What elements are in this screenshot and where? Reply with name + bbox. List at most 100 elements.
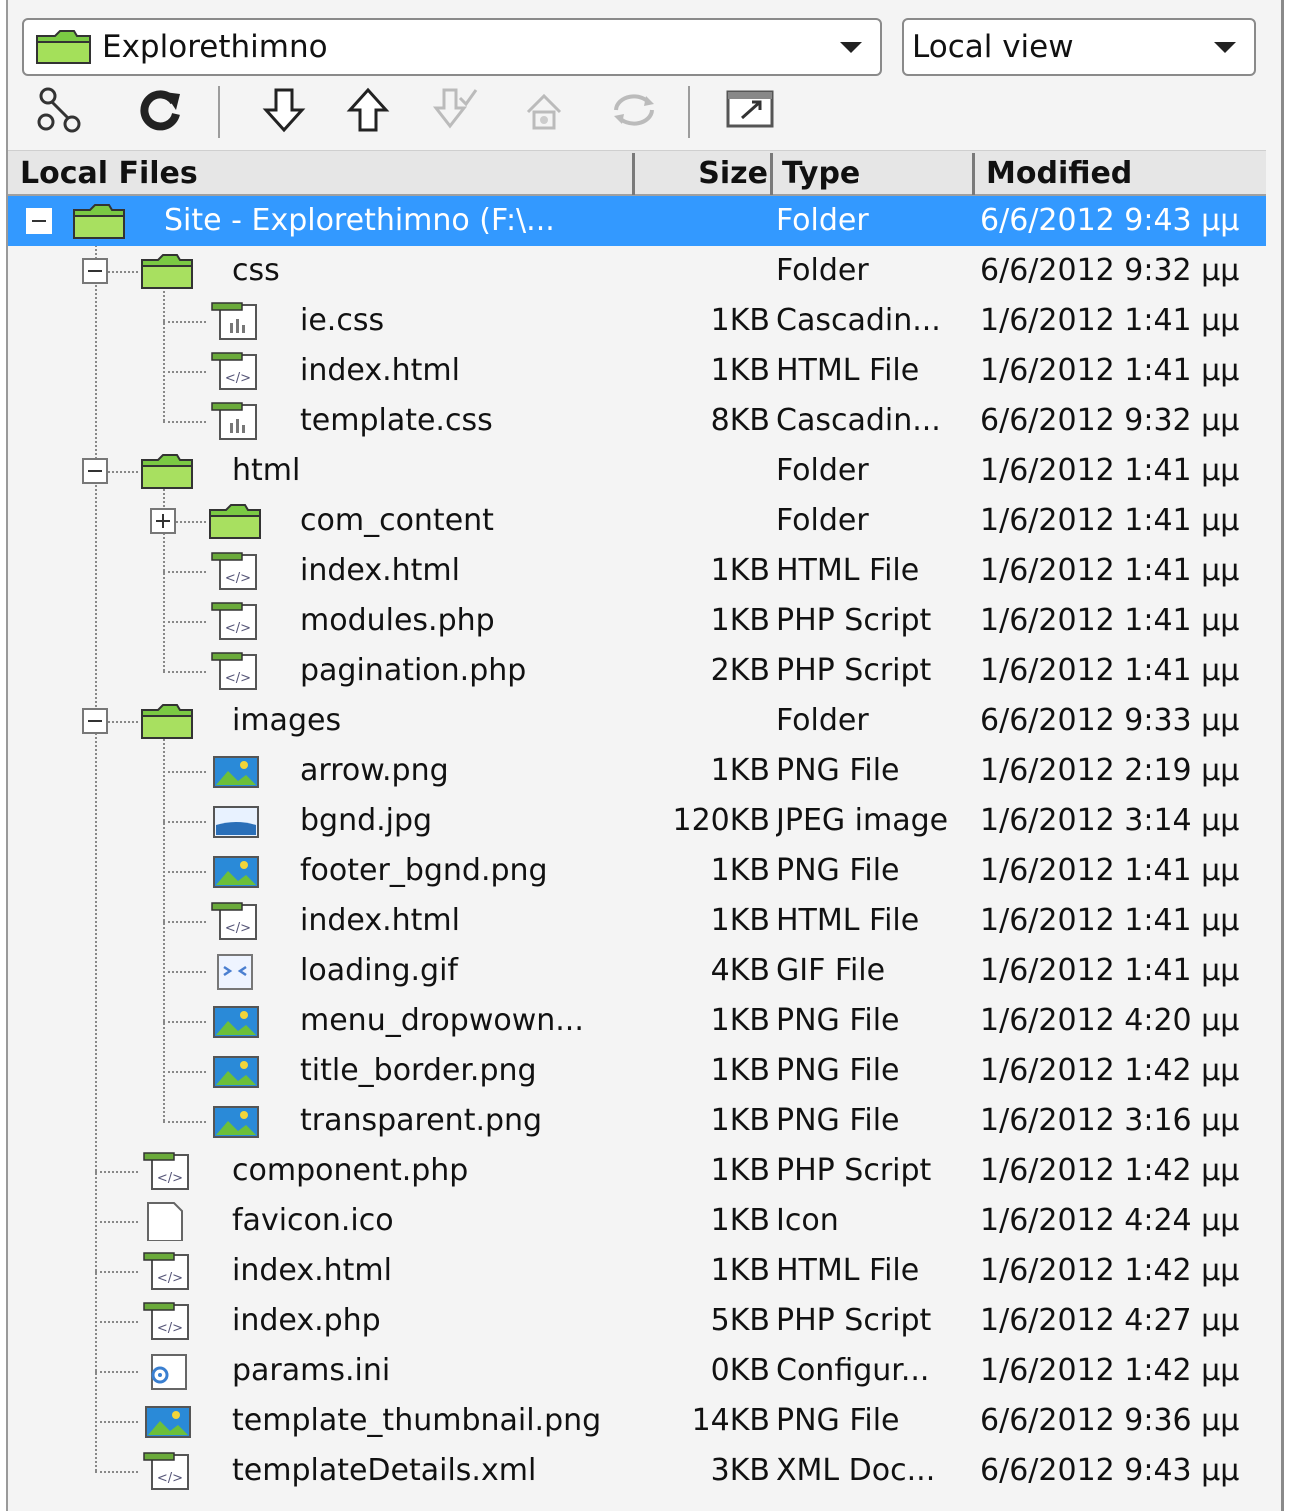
file-row[interactable]: </> component.php 1KB PHP Script 1/6/2012 1:… (8, 1146, 1266, 1196)
file-row[interactable]: template_thumbnail.png 14KB PNG File 6/6/20… (8, 1396, 1266, 1446)
tree-connector (95, 1371, 138, 1373)
collapse-icon[interactable] (26, 208, 52, 234)
gif-file-icon (206, 951, 262, 991)
file-size: 1KB (710, 353, 770, 388)
tree-connector (163, 571, 206, 573)
view-selector-value: Local view (912, 29, 1074, 65)
file-name: pagination.php (300, 653, 527, 688)
file-size: 1KB (710, 1103, 770, 1138)
file-modified: 1/6/2012 4:27 μμ (980, 1303, 1240, 1338)
file-row[interactable]: footer_bgnd.png 1KB PNG File 1/6/2012 1:41 … (8, 846, 1266, 896)
tree-connector (95, 1271, 138, 1273)
folder-icon (70, 201, 126, 241)
file-type: Folder (776, 503, 869, 538)
tree-connector (163, 621, 206, 623)
folder-row[interactable]: css Folder 6/6/2012 9:32 μμ (8, 246, 1266, 296)
toolbar-separator (688, 86, 690, 138)
file-size: 1KB (710, 1253, 770, 1288)
folder-row[interactable]: html Folder 1/6/2012 1:41 μμ (8, 446, 1266, 496)
file-row[interactable]: title_border.png 1KB PNG File 1/6/2012 1:42… (8, 1046, 1266, 1096)
file-size: 1KB (710, 603, 770, 638)
folder-row[interactable]: com_content Folder 1/6/2012 1:41 μμ (8, 496, 1266, 546)
file-modified: 1/6/2012 1:41 μμ (980, 953, 1240, 988)
file-size: 0KB (710, 1353, 770, 1388)
column-divider[interactable] (632, 153, 635, 195)
site-selector[interactable]: Explorethimno (22, 18, 882, 76)
folder-row[interactable]: images Folder 6/6/2012 9:33 μμ (8, 696, 1266, 746)
file-type: PNG File (776, 1403, 900, 1438)
synchronize-button[interactable] (606, 82, 662, 138)
file-row[interactable]: menu_dropwown... 1KB PNG File 1/6/2012 4:20… (8, 996, 1266, 1046)
column-header-size[interactable]: Size (638, 151, 768, 195)
file-size: 1KB (710, 1153, 770, 1188)
svg-text:</>: </> (225, 921, 251, 936)
view-selector[interactable]: Local view (902, 18, 1256, 76)
image-file-icon (206, 751, 262, 791)
expand-button[interactable] (722, 82, 778, 138)
column-divider[interactable] (770, 153, 773, 195)
file-name: index.php (232, 1303, 381, 1338)
expand-icon[interactable] (150, 508, 176, 534)
tree-connector (163, 771, 206, 773)
file-name: index.html (300, 353, 460, 388)
code-file-icon: </> (138, 1301, 194, 1341)
put-button[interactable] (340, 82, 396, 138)
file-row[interactable]: template.css 8KB Cascadin... 6/6/2012 9:32 … (8, 396, 1266, 446)
file-row[interactable]: </> templateDetails.xml 3KB XML Doc... 6/6/2… (8, 1446, 1266, 1496)
chevron-down-icon[interactable] (840, 42, 862, 53)
image-file-icon (206, 1051, 262, 1091)
collapse-icon[interactable] (82, 458, 108, 484)
file-name: component.php (232, 1153, 469, 1188)
file-row[interactable]: bgnd.jpg 120KB JPEG image 1/6/2012 3:14 μμ (8, 796, 1266, 846)
file-row[interactable]: </> index.html 1KB HTML File 1/6/2012 1:41 μ… (8, 546, 1266, 596)
file-modified: 1/6/2012 3:14 μμ (980, 803, 1240, 838)
file-row[interactable]: </> index.html 1KB HTML File 1/6/2012 1:42 μ… (8, 1246, 1266, 1296)
collapse-icon[interactable] (82, 708, 108, 734)
file-name: css (232, 253, 280, 288)
file-row[interactable]: params.ini 0KB Configur... 1/6/2012 1:42 μμ (8, 1346, 1266, 1396)
expand-icon (726, 90, 774, 128)
file-row[interactable]: </> index.php 5KB PHP Script 1/6/2012 4:27 μ… (8, 1296, 1266, 1346)
svg-text:</>: </> (225, 371, 251, 386)
code-file-icon: </> (206, 901, 262, 941)
get-button[interactable] (256, 82, 312, 138)
file-row[interactable]: arrow.png 1KB PNG File 1/6/2012 2:19 μμ (8, 746, 1266, 796)
file-modified: 1/6/2012 1:41 μμ (980, 553, 1240, 588)
file-row[interactable]: </> index.html 1KB HTML File 1/6/2012 1:41 μ… (8, 896, 1266, 946)
column-divider[interactable] (972, 153, 975, 195)
check-out-button[interactable] (426, 82, 482, 138)
file-type: XML Doc... (776, 1453, 936, 1488)
css-file-icon (206, 301, 262, 341)
column-header-local-files[interactable]: Local Files (20, 151, 198, 195)
file-name: modules.php (300, 603, 495, 638)
file-modified: 1/6/2012 1:41 μμ (980, 503, 1240, 538)
check-in-button[interactable] (516, 82, 572, 138)
refresh-button[interactable] (132, 82, 188, 138)
panel-border (1281, 0, 1284, 1511)
tree-connector (95, 1321, 138, 1323)
file-name: arrow.png (300, 753, 449, 788)
column-header-modified[interactable]: Modified (986, 151, 1132, 195)
file-row[interactable]: </> pagination.php 2KB PHP Script 1/6/2012 1… (8, 646, 1266, 696)
collapse-icon[interactable] (82, 258, 108, 284)
file-row[interactable]: </> index.html 1KB HTML File 1/6/2012 1:41 μ… (8, 346, 1266, 396)
chevron-down-icon[interactable] (1214, 42, 1236, 53)
code-file-icon: </> (206, 351, 262, 391)
file-row[interactable]: ie.css 1KB Cascadin... 1/6/2012 1:41 μμ (8, 296, 1266, 346)
file-type: Folder (776, 703, 869, 738)
file-row[interactable]: </> modules.php 1KB PHP Script 1/6/2012 1:41… (8, 596, 1266, 646)
file-row[interactable]: favicon.ico 1KB Icon 1/6/2012 4:24 μμ (8, 1196, 1266, 1246)
tree-connector (163, 1021, 206, 1023)
file-type: Cascadin... (776, 403, 941, 438)
file-row[interactable]: transparent.png 1KB PNG File 1/6/2012 3:16 … (8, 1096, 1266, 1146)
column-header-type[interactable]: Type (782, 151, 860, 195)
svg-text:</>: </> (157, 1321, 183, 1336)
file-name: footer_bgnd.png (300, 853, 548, 888)
file-size: 1KB (710, 753, 770, 788)
folder-row[interactable]: Site - Explorethimno (F:\... Folder 6/6/20… (8, 196, 1266, 246)
file-name: favicon.ico (232, 1203, 394, 1238)
file-row[interactable]: loading.gif 4KB GIF File 1/6/2012 1:41 μμ (8, 946, 1266, 996)
check-in-icon (526, 93, 562, 130)
connect-button[interactable] (32, 82, 88, 138)
file-modified: 6/6/2012 9:32 μμ (980, 403, 1240, 438)
